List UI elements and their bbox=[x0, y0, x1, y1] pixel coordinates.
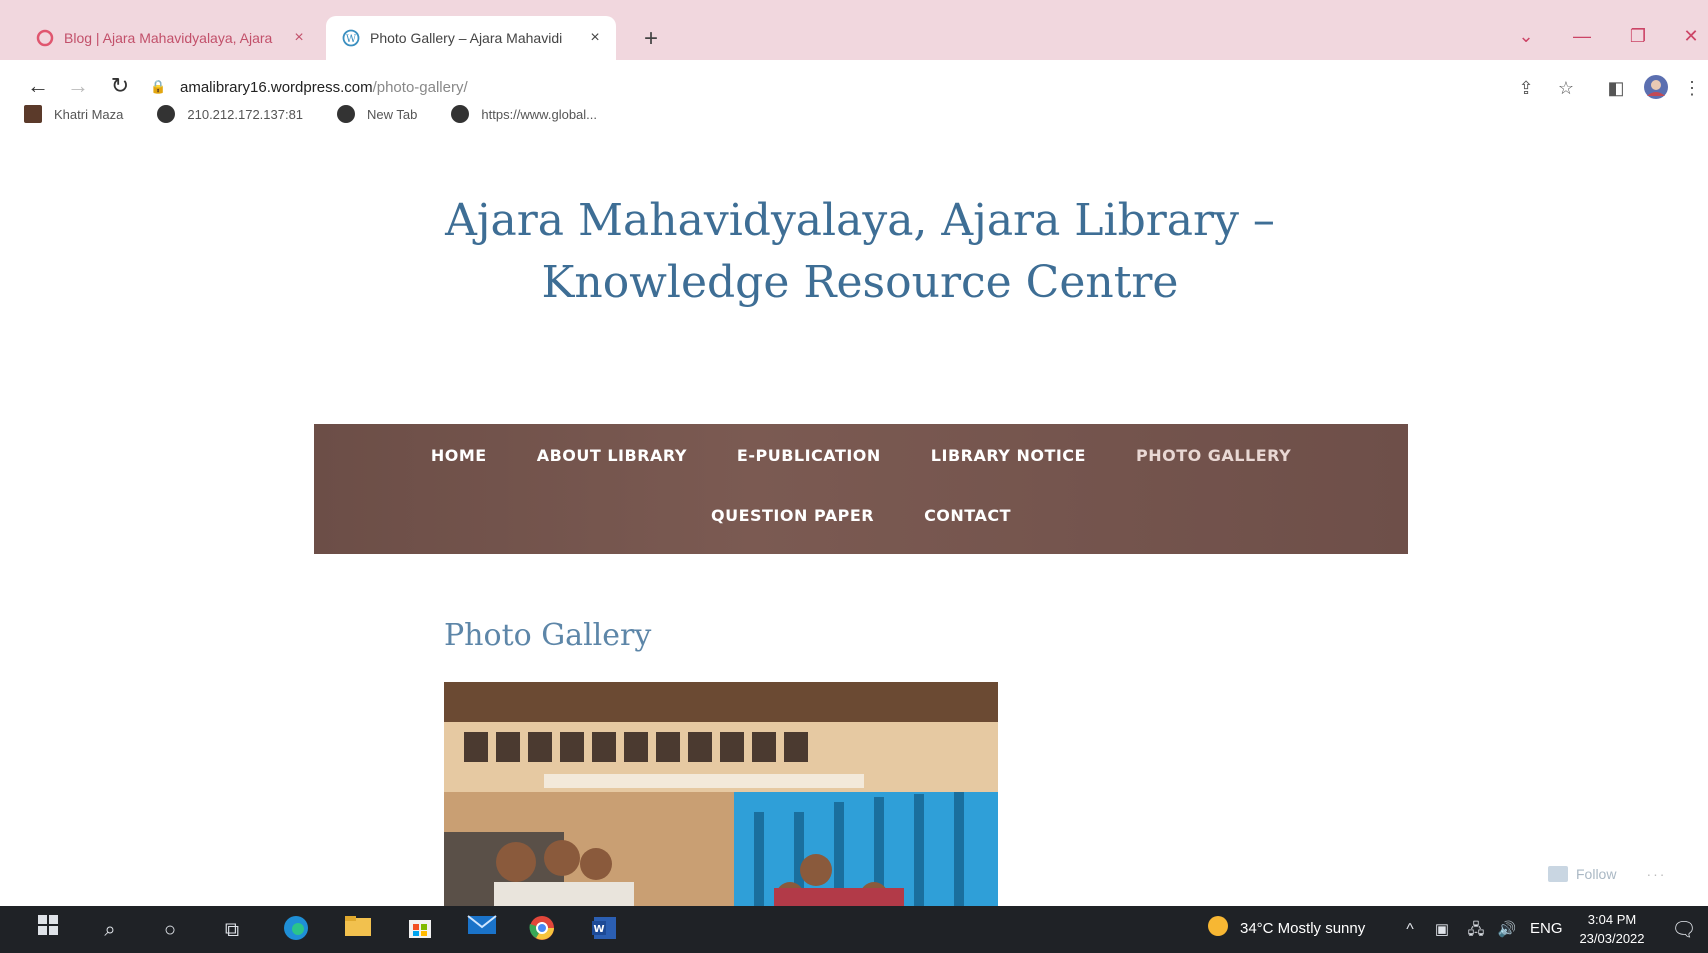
main-navigation: HOME ABOUT LIBRARY E-PUBLICATION LIBRARY… bbox=[314, 424, 1408, 554]
more-options-icon[interactable]: ··· bbox=[1646, 866, 1666, 882]
chrome-icon[interactable] bbox=[526, 914, 558, 946]
nav-contact[interactable]: CONTACT bbox=[924, 506, 1011, 525]
bookmark-star-icon[interactable]: ☆ bbox=[1552, 74, 1580, 102]
tab-blog[interactable]: Blog | Ajara Mahavidyalaya, Ajara × bbox=[20, 16, 320, 60]
file-explorer-icon[interactable] bbox=[342, 914, 374, 946]
bookmark-label: https://www.global... bbox=[481, 106, 598, 122]
follow-label: Follow bbox=[1576, 866, 1617, 882]
mail-icon[interactable] bbox=[466, 914, 498, 946]
tab-photo-gallery[interactable]: W Photo Gallery – Ajara Mahavidi × bbox=[326, 16, 616, 60]
page-title: Photo Gallery bbox=[444, 618, 652, 653]
forward-arrow-icon[interactable]: → bbox=[60, 68, 96, 104]
wordpress-icon: W bbox=[342, 29, 360, 47]
bookmark-label: 210.212.172.137:81 bbox=[187, 106, 304, 122]
network-icon[interactable]: 🖧 bbox=[1464, 914, 1488, 946]
bookmark-item[interactable]: https://www.global... bbox=[451, 105, 597, 123]
task-view-icon[interactable]: ⧉ bbox=[216, 914, 248, 946]
tab-title: Photo Gallery – Ajara Mahavidi bbox=[370, 30, 563, 46]
notifications-icon[interactable]: 🗨 bbox=[1668, 914, 1700, 946]
store-icon[interactable] bbox=[404, 914, 436, 946]
close-window-button[interactable]: ✕ bbox=[1674, 26, 1708, 47]
globe-icon bbox=[157, 105, 176, 123]
svg-text:W: W bbox=[346, 34, 357, 45]
bookmarks-bar: Khatri Maza 210.212.172.137:81 New Tab h… bbox=[24, 100, 631, 128]
back-arrow-icon[interactable]: ← bbox=[20, 68, 56, 104]
tab-close-icon[interactable]: × bbox=[286, 29, 312, 47]
share-icon[interactable]: ⇪ bbox=[1512, 74, 1540, 102]
nav-home[interactable]: HOME bbox=[431, 446, 487, 465]
url-host: amalibrary16.wordpress.com bbox=[180, 78, 373, 96]
weather-text[interactable]: 34°C Mostly sunny bbox=[1240, 920, 1365, 937]
windows-taskbar: ⌕ ○ ⧉ W 34°C Mostly sunny ^ ▣ 🖧 🔊 ENG 3:… bbox=[0, 906, 1708, 953]
meet-now-icon[interactable]: ▣ bbox=[1432, 914, 1452, 946]
volume-icon[interactable]: 🔊 bbox=[1496, 914, 1518, 946]
nav-row: QUESTION PAPER CONTACT bbox=[314, 506, 1408, 525]
bookmark-label: New Tab bbox=[367, 106, 418, 122]
profile-avatar-icon[interactable] bbox=[1642, 74, 1670, 102]
edge-icon[interactable] bbox=[280, 914, 312, 946]
clock-date: 23/03/2022 bbox=[1579, 931, 1645, 946]
globe-icon bbox=[337, 105, 356, 123]
weather-sun-icon[interactable] bbox=[1202, 914, 1234, 946]
tab-strip: Blog | Ajara Mahavidyalaya, Ajara × W Ph… bbox=[0, 0, 1708, 60]
chevron-up-icon[interactable]: ^ bbox=[1400, 914, 1420, 946]
nav-about-library[interactable]: ABOUT LIBRARY bbox=[537, 446, 687, 465]
lock-icon: 🔒 bbox=[150, 79, 167, 94]
chrome-circle-icon bbox=[36, 29, 54, 47]
bookmark-item[interactable]: 210.212.172.137:81 bbox=[157, 105, 303, 123]
tab-search-icon[interactable]: ⌄ bbox=[1506, 26, 1546, 47]
windows-start-icon[interactable] bbox=[32, 914, 64, 946]
side-panel-icon[interactable]: ◧ bbox=[1602, 74, 1630, 102]
nav-row: HOME ABOUT LIBRARY E-PUBLICATION LIBRARY… bbox=[314, 446, 1408, 465]
bookmark-favicon-icon bbox=[24, 105, 42, 123]
tab-close-icon[interactable]: × bbox=[582, 29, 608, 47]
svg-text:W: W bbox=[593, 924, 604, 935]
nav-question-paper[interactable]: QUESTION PAPER bbox=[711, 506, 874, 525]
globe-icon bbox=[451, 105, 470, 123]
follow-button[interactable]: Follow ··· bbox=[1548, 866, 1666, 882]
site-title[interactable]: Ajara Mahavidyalaya, Ajara Library – Kno… bbox=[400, 190, 1320, 314]
library-photo-image bbox=[444, 682, 998, 906]
clock-time: 3:04 PM bbox=[1587, 912, 1637, 927]
url-path: /photo-gallery/ bbox=[372, 78, 468, 96]
menu-kebab-icon[interactable]: ⋮ bbox=[1682, 74, 1702, 102]
bookmark-item[interactable]: New Tab bbox=[337, 105, 417, 123]
site-title-line: Ajara Mahavidyalaya, Ajara Library – bbox=[445, 195, 1275, 246]
cortana-icon[interactable]: ○ bbox=[154, 914, 186, 946]
reload-icon[interactable]: ↻ bbox=[102, 68, 138, 104]
follow-icon bbox=[1548, 866, 1568, 882]
nav-library-notice[interactable]: LIBRARY NOTICE bbox=[931, 446, 1086, 465]
nav-photo-gallery[interactable]: PHOTO GALLERY bbox=[1136, 446, 1291, 465]
bookmark-label: Khatri Maza bbox=[54, 106, 124, 122]
restore-button[interactable]: ❐ bbox=[1618, 26, 1658, 47]
tab-title: Blog | Ajara Mahavidyalaya, Ajara bbox=[64, 30, 273, 46]
word-icon[interactable]: W bbox=[588, 914, 620, 946]
clock[interactable]: 3:04 PM 23/03/2022 bbox=[1576, 910, 1648, 948]
new-tab-button[interactable]: + bbox=[636, 24, 666, 54]
browser-window: Blog | Ajara Mahavidyalaya, Ajara × W Ph… bbox=[0, 0, 1708, 953]
site-title-line: Knowledge Resource Centre bbox=[541, 257, 1179, 308]
minimize-button[interactable]: — bbox=[1562, 26, 1602, 47]
search-icon[interactable]: ⌕ bbox=[94, 914, 126, 946]
bookmark-item[interactable]: Khatri Maza bbox=[24, 105, 123, 123]
nav-e-publication[interactable]: E-PUBLICATION bbox=[737, 446, 881, 465]
language-indicator[interactable]: ENG bbox=[1530, 920, 1563, 937]
gallery-photo[interactable] bbox=[444, 682, 998, 906]
